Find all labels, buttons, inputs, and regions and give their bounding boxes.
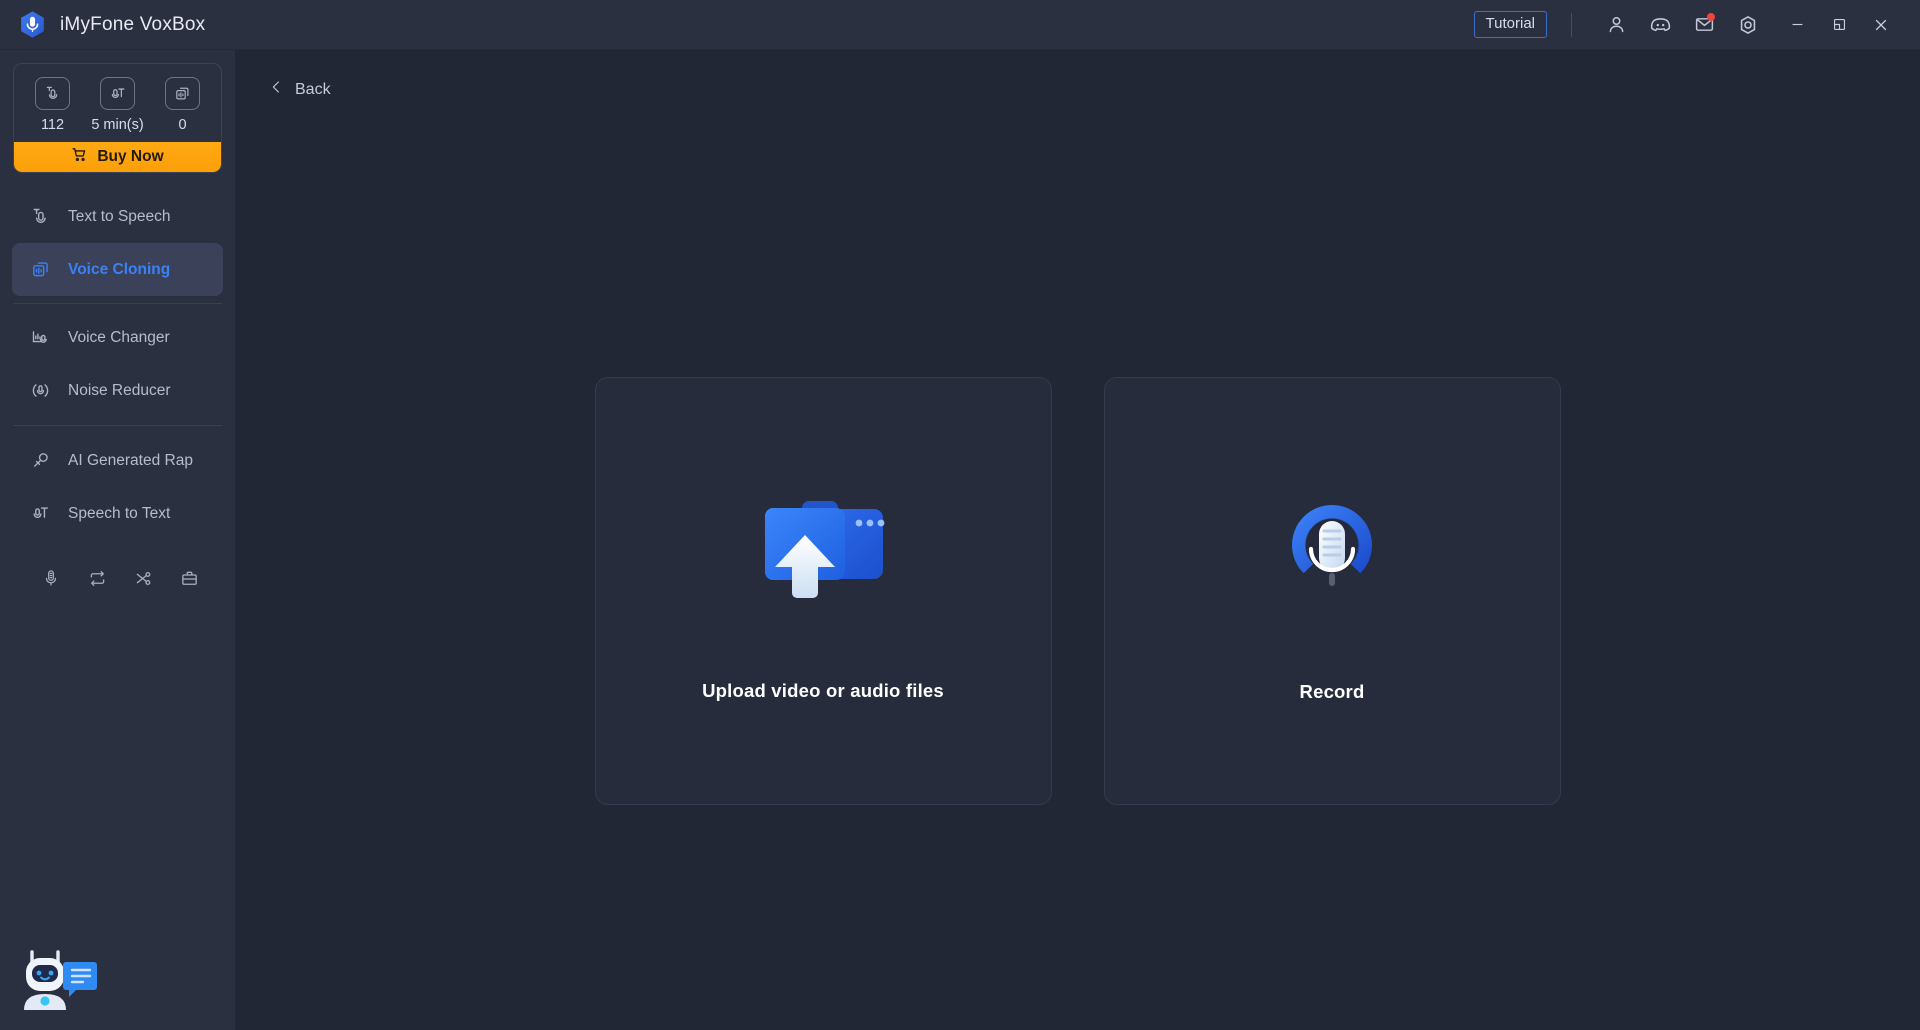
sidebar-item-voice-changer[interactable]: Voice Changer — [12, 311, 223, 364]
buy-now-button[interactable]: Buy Now — [14, 142, 221, 172]
minimize-icon[interactable] — [1776, 5, 1818, 45]
sidebar-item-label: AI Generated Rap — [68, 451, 193, 469]
sidebar-item-label: Voice Changer — [68, 328, 170, 346]
sidebar-item-text-to-speech[interactable]: Text to Speech — [12, 190, 223, 243]
maximize-restore-icon[interactable] — [1818, 5, 1860, 45]
upload-files-card[interactable]: Upload video or audio files — [594, 377, 1052, 805]
card-label: Record — [1299, 681, 1365, 702]
credit-voice-cloning[interactable]: 0 — [152, 77, 214, 133]
card-label: Upload video or audio files — [702, 680, 944, 701]
sidebar-item-voice-cloning[interactable]: Voice Cloning — [12, 243, 223, 296]
sidebar-item-label: Noise Reducer — [68, 381, 171, 399]
sidebar-tool-row — [0, 540, 235, 598]
close-icon[interactable] — [1860, 5, 1902, 45]
credit-text-to-speech[interactable]: 112 — [22, 77, 84, 133]
sidebar-item-speech-to-text[interactable]: Speech to Text — [12, 487, 223, 540]
sidebar-divider-2 — [13, 425, 222, 426]
sidebar-nav: Text to Speech Voice Cloning Voice Chang… — [0, 190, 235, 598]
upload-folder-icon — [747, 480, 899, 630]
mail-unread-badge — [1707, 12, 1715, 21]
cart-icon — [71, 146, 88, 168]
sidebar-item-noise-reducer[interactable]: Noise Reducer — [12, 364, 223, 417]
sidebar: 112 5 min(s) 0 Buy Now Text to Speech Vo… — [0, 50, 235, 1030]
title-bar: iMyFone VoxBox Tutorial — [0, 0, 1920, 50]
voice-changer-icon — [29, 327, 51, 349]
settings-gear-icon[interactable] — [1726, 5, 1770, 45]
chevron-left-icon — [269, 78, 284, 101]
credits-panel: 112 5 min(s) 0 Buy Now — [13, 63, 222, 173]
speech-to-text-icon — [29, 503, 51, 525]
sidebar-item-label: Text to Speech — [68, 207, 171, 225]
discord-icon[interactable] — [1638, 5, 1682, 45]
voice-cloning-icon — [165, 77, 200, 110]
back-label: Back — [295, 80, 331, 98]
app-title: iMyFone VoxBox — [60, 13, 206, 35]
toolbox-icon[interactable] — [167, 558, 213, 598]
sidebar-item-label: Voice Cloning — [68, 260, 171, 278]
voice-cloning-icon — [29, 259, 51, 281]
noise-reducer-icon — [29, 380, 51, 402]
microphone-icon[interactable] — [28, 558, 74, 598]
voxbox-mic-hex-logo — [18, 10, 47, 39]
scissors-cut-icon[interactable] — [121, 558, 167, 598]
person-icon[interactable] — [1594, 5, 1638, 45]
action-cards: Upload video or audio files Record — [235, 377, 1920, 805]
sidebar-item-label: Speech to Text — [68, 504, 171, 522]
titlebar-divider — [1571, 12, 1572, 37]
sidebar-divider-1 — [13, 303, 222, 304]
credit-value: 0 — [178, 117, 187, 133]
credit-value: 5 min(s) — [91, 117, 144, 133]
credit-value: 112 — [40, 117, 65, 133]
text-to-speech-icon — [35, 77, 70, 110]
tutorial-button[interactable]: Tutorial — [1473, 10, 1547, 39]
credit-speech-to-text[interactable]: 5 min(s) — [87, 77, 149, 133]
chatbot-assistant-icon[interactable] — [14, 944, 98, 1020]
main-content: Back Upload video or audio files Record — [235, 50, 1920, 1030]
app-brand: iMyFone VoxBox — [18, 10, 205, 39]
record-microphone-icon — [1267, 479, 1397, 629]
loop-convert-icon[interactable] — [74, 558, 120, 598]
text-to-speech-icon — [29, 206, 51, 228]
speech-to-text-icon — [100, 77, 135, 110]
ai-rap-icon — [29, 450, 51, 472]
sidebar-item-ai-generated-rap[interactable]: AI Generated Rap — [12, 434, 223, 487]
buy-now-label: Buy Now — [97, 148, 164, 165]
mail-icon[interactable] — [1682, 5, 1726, 45]
back-button[interactable]: Back — [269, 78, 365, 101]
titlebar-controls: Tutorial — [1473, 5, 1902, 45]
record-card[interactable]: Record — [1103, 377, 1561, 805]
